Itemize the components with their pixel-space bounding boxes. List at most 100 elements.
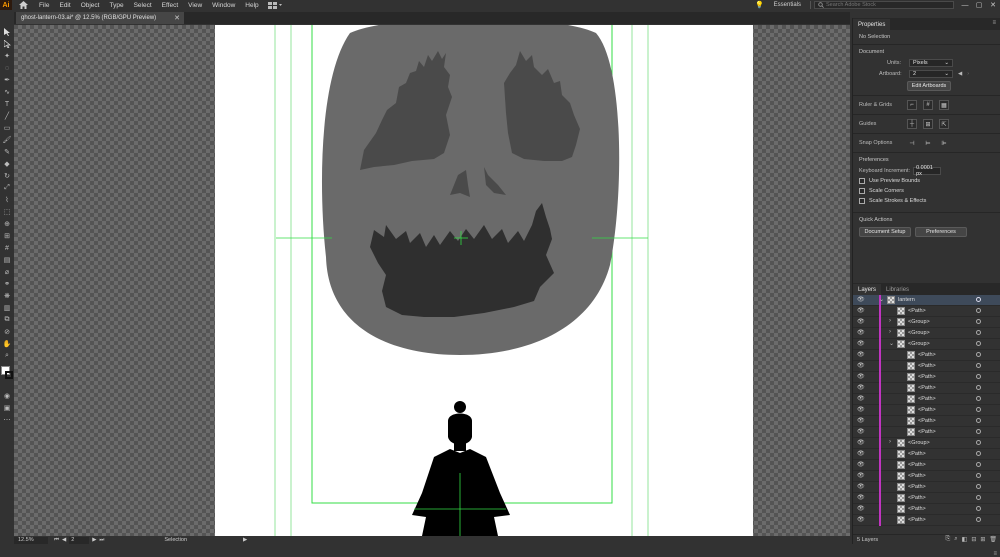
mesh-tool-icon[interactable]: #: [0, 242, 14, 254]
export-icon[interactable]: ⎘: [945, 536, 950, 543]
menu-view[interactable]: View: [183, 2, 207, 9]
hand-tool-icon[interactable]: ✋: [0, 338, 14, 350]
layer-name[interactable]: <Path>: [908, 462, 926, 468]
target-icon[interactable]: [976, 319, 981, 324]
screen-mode-icon[interactable]: ▣: [0, 402, 14, 414]
target-icon[interactable]: [976, 374, 981, 379]
paintbrush-icon[interactable]: 🖌: [0, 134, 14, 146]
snap-to-glyph-icon[interactable]: ⊫: [939, 138, 949, 148]
eye-icon[interactable]: 👁: [857, 484, 865, 490]
stroke-swatch[interactable]: [5, 371, 13, 379]
menu-window[interactable]: Window: [207, 2, 240, 9]
layer-row[interactable]: 👁 <Path>: [853, 482, 1000, 493]
eye-icon[interactable]: 👁: [857, 341, 865, 347]
eye-icon[interactable]: 👁: [857, 506, 865, 512]
current-tool-label[interactable]: Selection: [164, 537, 187, 543]
target-icon[interactable]: [976, 429, 981, 434]
eraser-icon[interactable]: ◆: [0, 158, 14, 170]
layer-name[interactable]: lantern: [898, 297, 915, 303]
expand-icon[interactable]: ›: [889, 329, 891, 335]
layer-row[interactable]: 👁 <Path>: [853, 361, 1000, 372]
rotate-tool-icon[interactable]: ↻: [0, 170, 14, 182]
layer-row[interactable]: 👁 › <Group>: [853, 438, 1000, 449]
layer-row[interactable]: 👁 ⌄ <Group>: [853, 339, 1000, 350]
pen-tool-icon[interactable]: ✒: [0, 74, 14, 86]
scale-strokes-checkbox[interactable]: Scale Strokes & Effects: [859, 198, 994, 204]
target-icon[interactable]: [976, 385, 981, 390]
close-window-button[interactable]: ✕: [986, 1, 1000, 9]
layer-row[interactable]: 👁 <Path>: [853, 504, 1000, 515]
more-tools-icon[interactable]: ⋯: [0, 414, 14, 426]
layer-name[interactable]: <Path>: [908, 506, 926, 512]
snap-to-point-icon[interactable]: ⊣: [907, 138, 917, 148]
new-layer-icon[interactable]: ⊞: [980, 536, 985, 543]
symbol-sprayer-icon[interactable]: ❋: [0, 290, 14, 302]
layer-row[interactable]: 👁 <Path>: [853, 372, 1000, 383]
selection-tool-icon[interactable]: [0, 26, 14, 38]
next-artboard-arrow-icon[interactable]: ›: [967, 71, 969, 77]
target-icon[interactable]: [976, 330, 981, 335]
eye-icon[interactable]: 👁: [857, 396, 865, 402]
layer-row[interactable]: 👁 <Path>: [853, 306, 1000, 317]
layer-row[interactable]: 👁 › <Group>: [853, 317, 1000, 328]
target-icon[interactable]: [976, 440, 981, 445]
gradient-tool-icon[interactable]: ▤: [0, 254, 14, 266]
layer-name[interactable]: <Path>: [908, 451, 926, 457]
layer-row[interactable]: 👁 <Path>: [853, 383, 1000, 394]
prev-artboard-arrow-icon[interactable]: ◀: [958, 71, 962, 77]
layer-name[interactable]: <Path>: [908, 473, 926, 479]
units-dropdown[interactable]: Pixels ⌄: [909, 59, 953, 67]
target-icon[interactable]: [976, 363, 981, 368]
preferences-button[interactable]: Preferences: [915, 227, 967, 237]
artboard-number[interactable]: 2: [69, 536, 90, 544]
layers-menu-icon[interactable]: ≡: [993, 551, 997, 557]
keyboard-increment-input[interactable]: 0.0001 px: [913, 165, 942, 177]
edit-artboards-button[interactable]: Edit Artboards: [907, 81, 951, 91]
lock-guides-icon[interactable]: ⊞: [923, 119, 933, 129]
layer-name[interactable]: <Path>: [918, 385, 936, 391]
eye-icon[interactable]: 👁: [857, 374, 865, 380]
zoom-level[interactable]: 12.5%: [14, 536, 48, 544]
home-icon[interactable]: [12, 0, 34, 10]
lasso-icon[interactable]: ◌: [0, 62, 14, 74]
shaper-tool-icon[interactable]: ✎: [0, 146, 14, 158]
free-transform-icon[interactable]: ⬚: [0, 206, 14, 218]
layer-name[interactable]: <Path>: [918, 363, 936, 369]
eye-icon[interactable]: 👁: [857, 451, 865, 457]
layer-row[interactable]: 👁 ⌄ lantern: [853, 295, 1000, 306]
slice-tool-icon[interactable]: ⊘: [0, 326, 14, 338]
target-icon[interactable]: [976, 484, 981, 489]
last-artboard-icon[interactable]: ⏭: [99, 537, 104, 544]
eye-icon[interactable]: 👁: [857, 385, 865, 391]
layer-row[interactable]: 👁 <Path>: [853, 427, 1000, 438]
document-setup-button[interactable]: Document Setup: [859, 227, 911, 237]
eye-icon[interactable]: 👁: [857, 462, 865, 468]
eye-icon[interactable]: 👁: [857, 429, 865, 435]
layer-name[interactable]: <Group>: [908, 341, 930, 347]
menu-effect[interactable]: Effect: [157, 2, 184, 9]
layer-row[interactable]: 👁 <Path>: [853, 416, 1000, 427]
checkbox-box[interactable]: [859, 188, 865, 194]
layer-name[interactable]: <Group>: [908, 330, 930, 336]
target-icon[interactable]: [976, 297, 981, 302]
menu-object[interactable]: Object: [76, 2, 105, 9]
menu-file[interactable]: File: [34, 2, 54, 9]
target-icon[interactable]: [976, 517, 981, 522]
transparency-grid-icon[interactable]: ▦: [939, 100, 949, 110]
eye-icon[interactable]: 👁: [857, 495, 865, 501]
perspective-grid-icon[interactable]: ⊞: [0, 230, 14, 242]
status-play-icon[interactable]: ▶: [243, 537, 247, 543]
tab-properties[interactable]: Properties: [853, 19, 891, 30]
rectangle-tool-icon[interactable]: ▭: [0, 122, 14, 134]
target-icon[interactable]: [976, 308, 981, 313]
layer-name[interactable]: <Path>: [918, 352, 936, 358]
layer-row[interactable]: 👁 <Path>: [853, 394, 1000, 405]
layer-row[interactable]: 👁 <Path>: [853, 515, 1000, 526]
layer-row[interactable]: 👁 <Path>: [853, 493, 1000, 504]
show-guides-icon[interactable]: ┼: [907, 119, 917, 129]
target-icon[interactable]: [976, 352, 981, 357]
eye-icon[interactable]: 👁: [857, 418, 865, 424]
eye-icon[interactable]: 👁: [857, 352, 865, 358]
layer-name[interactable]: <Group>: [908, 319, 930, 325]
target-icon[interactable]: [976, 341, 981, 346]
